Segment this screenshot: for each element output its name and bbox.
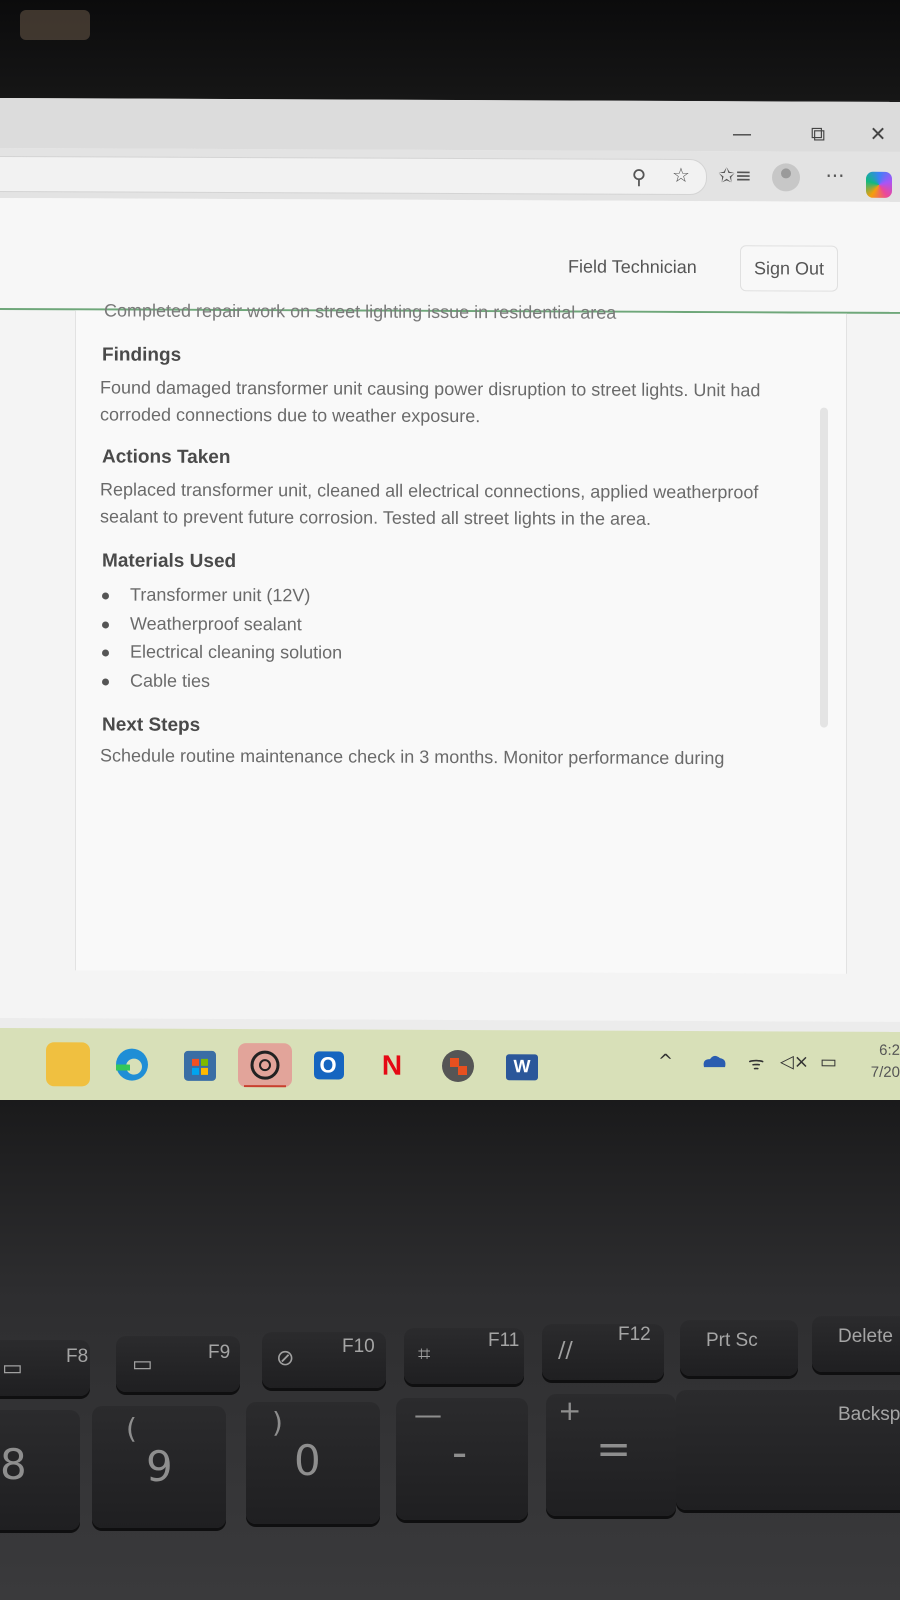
findings-text: Found damaged transformer unit causing p… [100,377,761,427]
key-9[interactable]: ( 9 [92,1406,226,1528]
favorite-star-icon[interactable]: ☆ [664,163,698,187]
edge-icon[interactable] [110,1042,154,1086]
actions-text: Replaced transformer unit, cleaned all e… [100,479,759,529]
key-label: F8 [66,1346,89,1367]
netflix-icon[interactable]: N [370,1044,414,1088]
favorites-icon[interactable]: ✩≡ [718,163,752,187]
web-page: Field Technician Sign Out Completed repa… [0,198,900,1022]
key-prtsc[interactable]: Prt Sc [680,1320,798,1376]
key-label: F9 [208,1342,231,1363]
key-label: 9 [146,1442,173,1491]
key-label: = [596,1424,632,1473]
clock-date: 7/20 [870,1063,900,1081]
next-steps-heading: Next Steps [102,714,201,736]
key-icon: ▭ [2,1356,23,1381]
materials-heading: Materials Used [102,550,237,573]
key-shift-label: + [558,1394,582,1427]
close-button[interactable]: ✕ [858,122,898,146]
outlook-label: O [319,1052,337,1078]
outlook-icon[interactable]: O [306,1043,350,1087]
wifi-icon[interactable]: ᯤ [748,1051,764,1075]
key-shift-label: — [414,1398,442,1431]
actions-heading: Actions Taken [102,446,231,469]
glare-spot [20,10,90,40]
office-icon[interactable] [436,1044,480,1088]
browser-toolbar: ⚲ ☆ ✩≡ ··· [0,148,900,202]
next-steps-text: Schedule routine maintenance check in 3 … [100,745,725,769]
onedrive-icon[interactable] [700,1051,728,1076]
address-bar[interactable] [0,155,707,196]
file-explorer-icon[interactable] [46,1042,90,1087]
list-item: Electrical cleaning solution [100,637,342,667]
window-titlebar: — ⧉ ✕ [0,98,900,152]
key-label: Backsp [838,1404,900,1425]
key-label: Prt Sc [706,1330,758,1351]
key-0[interactable]: ) 0 [246,1402,380,1524]
restore-button[interactable]: ⧉ [798,121,838,146]
key-shift-label: ) [272,1406,283,1439]
chatgpt-icon[interactable] [238,1043,292,1089]
key-f10[interactable]: ⊘ F10 [262,1332,386,1388]
battery-icon[interactable]: ▭ [820,1052,837,1073]
screen-capture-icon: ⌗ [418,1342,431,1367]
sign-out-button[interactable]: Sign Out [740,245,838,292]
taskbar: O N W ^ ᯤ ◁× ▭ 6:2 7/20 [0,1028,900,1104]
key-label: F10 [342,1336,375,1357]
camera-off-icon: ⊘ [276,1346,295,1371]
list-item: Transformer unit (12V) [100,580,342,610]
profile-avatar[interactable] [772,163,800,192]
pen-icon: ∕∕ [558,1338,573,1363]
key-f11[interactable]: ⌗ F11 [404,1328,524,1384]
key-label: 8 [0,1440,27,1489]
scrollbar[interactable] [820,407,828,728]
key-equals[interactable]: + = [546,1394,676,1516]
taskbar-clock[interactable]: 6:2 7/20 [850,1040,900,1084]
summary-text: Completed repair work on street lighting… [104,300,617,323]
key-backspace[interactable]: Backsp [676,1390,900,1510]
key-f8[interactable]: ▭ F8 [0,1340,90,1396]
app-header: Field Technician Sign Out [0,198,900,314]
lock-screen-icon: ▭ [132,1352,153,1377]
laptop-bezel [0,0,900,100]
key-label: F11 [488,1330,520,1351]
key-f12[interactable]: ∕∕ F12 [542,1324,664,1380]
word-label: W [513,1056,531,1077]
key-f9[interactable]: ▭ F9 [116,1336,240,1392]
word-icon[interactable]: W [500,1044,544,1088]
location-icon[interactable]: ⚲ [622,165,656,189]
photo-scene: — ⧉ ✕ ⚲ ☆ ✩≡ ··· Field Technician Sign O… [0,0,900,1600]
more-icon[interactable]: ··· [818,164,852,188]
list-item: Weatherproof sealant [100,609,342,639]
report-panel: Completed repair work on street lighting… [75,300,847,974]
list-item: Cable ties [100,666,342,696]
key-8[interactable]: 8 [0,1410,80,1530]
tray-chevron-icon[interactable]: ^ [658,1051,673,1072]
key-label: F12 [618,1324,651,1345]
key-shift-label: ( [126,1412,137,1445]
key-label: Delete [838,1326,893,1347]
key-label: 0 [294,1436,321,1485]
store-icon[interactable] [178,1043,222,1087]
key-delete[interactable]: Delete [812,1316,900,1372]
copilot-icon[interactable] [866,171,892,198]
minimize-button[interactable]: — [722,121,762,145]
key-label: - [452,1428,468,1477]
key-minus[interactable]: — - [396,1398,528,1520]
clock-time: 6:2 [879,1041,900,1059]
volume-muted-icon[interactable]: ◁× [780,1051,809,1072]
laptop-screen: — ⧉ ✕ ⚲ ☆ ✩≡ ··· Field Technician Sign O… [0,98,900,1132]
materials-list: Transformer unit (12V) Weatherproof seal… [100,580,342,695]
findings-heading: Findings [102,344,182,366]
user-role-label: Field Technician [568,256,697,278]
laptop-keyboard: ▭ F8 ▭ F9 ⊘ F10 ⌗ F11 ∕∕ F12 Prt Sc Dele… [0,1100,900,1600]
